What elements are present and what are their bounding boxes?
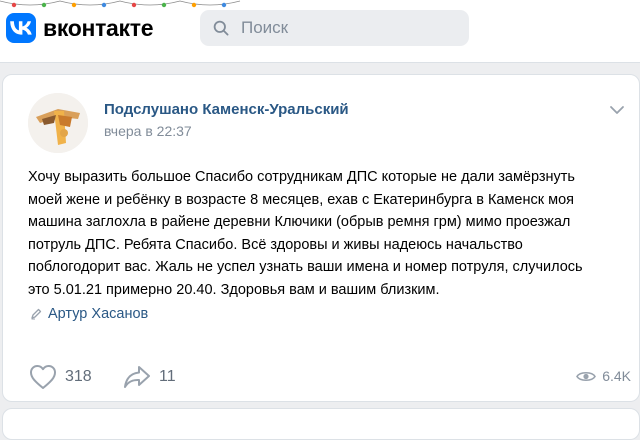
share-button[interactable]: 11 <box>123 364 176 390</box>
post-text-line: Хочу выразить большое Спасибо сотрудника… <box>28 169 575 185</box>
top-bar: вконтакте <box>0 0 640 63</box>
post-text-line: это 5.01.21 примерно 20.40. Здоровья вам… <box>28 281 440 298</box>
vk-logo-icon <box>6 13 36 43</box>
post-text-line: потруль ДПС. Ребята Спасибо. Всё здоровы… <box>28 236 523 253</box>
community-avatar[interactable] <box>28 93 88 153</box>
chevron-down-icon[interactable] <box>609 105 625 115</box>
like-count: 318 <box>65 368 92 385</box>
post-text-line: поблогодорит вас. Жаль не успел узнать в… <box>28 259 583 275</box>
eye-icon <box>576 371 597 381</box>
search-input[interactable] <box>239 17 443 39</box>
post-author-link[interactable]: Подслушано Каменск-Уральский <box>104 101 349 118</box>
post-date[interactable]: вчера в 22:37 <box>104 123 192 139</box>
views-counter: 6.4K <box>576 368 631 384</box>
post-actions: 318 11 6.4K <box>27 364 631 392</box>
post-text: Хочу выразить большое Спасибо сотрудника… <box>28 166 628 301</box>
share-count: 11 <box>159 368 176 385</box>
search-icon <box>213 20 229 36</box>
share-icon <box>124 366 150 388</box>
next-post-card <box>2 408 640 440</box>
like-button[interactable]: 318 <box>29 364 92 390</box>
view-count: 6.4K <box>602 368 631 384</box>
heart-icon <box>30 365 56 389</box>
post-signer[interactable]: Артур Хасанов <box>30 306 148 322</box>
vk-logo[interactable]: вконтакте <box>6 13 154 43</box>
post-text-line: машина заглохла в райене деревни Ключики… <box>28 214 571 230</box>
post-card: Подслушано Каменск-Уральский вчера в 22:… <box>2 74 640 402</box>
signer-name: Артур Хасанов <box>48 306 149 322</box>
post-text-line: моей жене и ребёнку в возрасте 8 месяцев… <box>28 191 575 208</box>
garland-decoration <box>0 0 241 8</box>
pen-icon <box>31 308 42 320</box>
logo-text: вконтакте <box>43 14 154 41</box>
search-box[interactable] <box>200 10 469 46</box>
